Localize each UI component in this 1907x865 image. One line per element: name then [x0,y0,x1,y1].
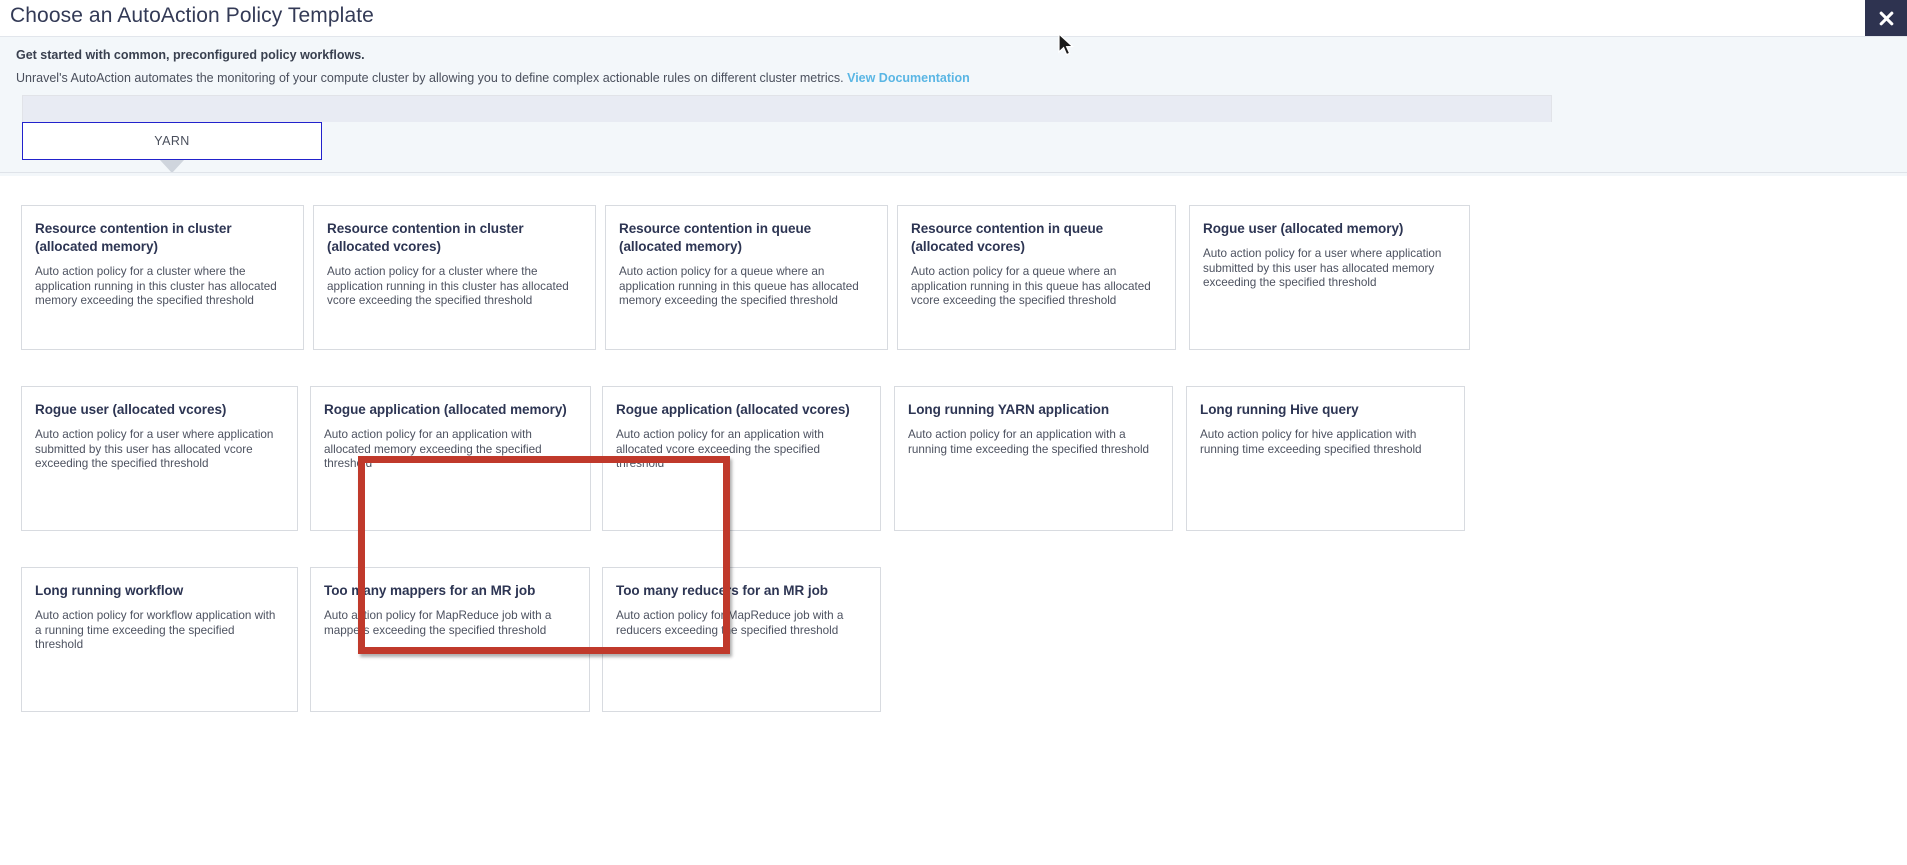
template-card[interactable]: Long running YARN application Auto action… [894,386,1173,531]
template-card-title: Long running workflow [35,583,184,598]
template-card-description: Auto action policy for an application wi… [616,428,824,471]
template-card[interactable]: Too many mappers for an MR job Auto actio… [310,567,590,712]
template-card-description: Auto action policy for an application wi… [908,428,1150,456]
template-card[interactable]: Rogue application (allocated vcores) Auto… [602,386,881,531]
template-card-title: Long running Hive query [1200,402,1359,417]
template-card[interactable]: Rogue user (allocated vcores) Auto action… [21,386,298,531]
template-card-description: Auto action policy for MapReduce job wit… [616,609,844,637]
template-card-title: Rogue application (allocated vcores) [616,402,850,417]
template-card-description: Auto action policy for hive application … [1200,428,1422,456]
autoaction-template-dialog: Choose an AutoAction Policy Template Get… [0,0,1907,865]
view-documentation-link[interactable]: View Documentation [847,71,970,85]
template-card-title: Too many reducers for an MR job [616,583,828,598]
template-card[interactable]: Rogue application (allocated memory) Auto… [310,386,591,531]
intro-headline: Get started with common, preconfigured p… [16,48,365,62]
template-card-description: Auto action policy for a queue where an … [619,265,859,308]
tab-strip-background [22,95,1552,122]
template-card[interactable]: Resource contention in cluster (allocate… [21,205,304,350]
template-card-description: Auto action policy for MapReduce job wit… [324,609,552,637]
template-card[interactable]: Long running Hive query Auto action polic… [1186,386,1465,531]
template-card[interactable]: Resource contention in cluster (allocate… [313,205,596,350]
template-card-description: Auto action policy for workflow applicat… [35,609,276,652]
close-button[interactable] [1865,0,1907,36]
template-card-title: Rogue application (allocated memory) [324,402,567,417]
template-card-title: Long running YARN application [908,402,1110,417]
tab-yarn[interactable]: YARN [22,122,322,160]
template-card-grid: Resource contention in cluster (allocate… [0,176,1907,865]
template-card[interactable]: Resource contention in queue (allocated … [605,205,888,350]
template-card[interactable]: Too many reducers for an MR job Auto acti… [602,567,881,712]
dialog-header: Choose an AutoAction Policy Template [0,0,1907,37]
template-card-title: Resource contention in queue (allocated … [619,221,812,254]
tab-yarn-label: YARN [154,134,190,148]
template-card[interactable]: Rogue user (allocated memory) Auto action… [1189,205,1470,350]
template-card-description: Auto action policy for a cluster where t… [35,265,277,308]
template-card-title: Resource contention in cluster (allocate… [35,221,232,254]
template-card-title: Resource contention in cluster (allocate… [327,221,524,254]
template-card-description: Auto action policy for a cluster where t… [327,265,569,308]
template-card[interactable]: Long running workflow Auto action policy … [21,567,298,712]
template-card-description: Auto action policy for a user where appl… [1203,247,1442,290]
template-card-title: Rogue user (allocated vcores) [35,402,227,417]
intro-body: Unravel's AutoAction automates the monit… [16,71,970,85]
template-card-description: Auto action policy for a user where appl… [35,428,274,471]
template-card-title: Too many mappers for an MR job [324,583,536,598]
intro-body-text: Unravel's AutoAction automates the monit… [16,71,844,85]
template-card-title: Rogue user (allocated memory) [1203,221,1404,236]
template-card-title: Resource contention in queue (allocated … [911,221,1104,254]
page-title: Choose an AutoAction Policy Template [10,4,374,27]
template-card-description: Auto action policy for an application wi… [324,428,542,471]
template-card-description: Auto action policy for a queue where an … [911,265,1151,308]
close-icon [1879,11,1893,25]
tab-row: YARN [22,122,1552,160]
tabs-underline-divider [0,172,1907,173]
template-card[interactable]: Resource contention in queue (allocated … [897,205,1176,350]
